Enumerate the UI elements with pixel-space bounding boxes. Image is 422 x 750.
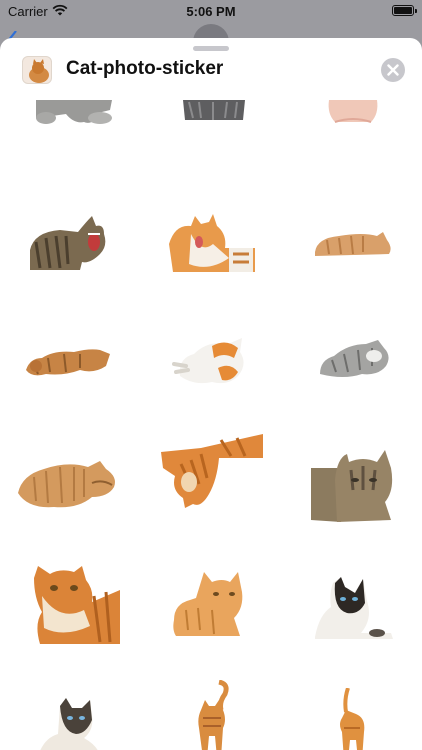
sticker-siamese-cat-peeking[interactable] — [313, 575, 393, 639]
sticker-orange-cat-lying[interactable] — [18, 457, 120, 511]
sticker-pink-cat-partial[interactable] — [325, 100, 381, 124]
sticker-orange-cat-lying-stretch[interactable] — [24, 344, 112, 378]
sticker-orange-cat-hanging[interactable] — [161, 434, 263, 508]
sticker-sheet: Cat-photo-sticker — [0, 38, 422, 750]
messages-sticker-screen: Carrier 5:06 PM Cat-photo-sticker — [0, 0, 422, 750]
sticker-orange-white-cat-grooming[interactable] — [169, 214, 255, 272]
status-bar: Carrier 5:06 PM — [0, 0, 422, 24]
battery-icon — [392, 5, 417, 16]
battery-level — [394, 7, 412, 14]
close-icon — [387, 64, 399, 76]
sticker-orange-cat-crouching[interactable] — [172, 570, 244, 640]
sticker-tabby-cat-peeking[interactable] — [311, 450, 395, 522]
sticker-tabby-cat-yawning[interactable] — [30, 212, 108, 272]
sticker-orange-cat-portrait[interactable] — [34, 566, 120, 644]
sticker-siamese-cat-sitting[interactable] — [38, 698, 102, 750]
status-time: 5:06 PM — [186, 4, 236, 19]
sheet-grabber[interactable] — [193, 46, 229, 51]
sticker-grey-cat-rolling[interactable] — [318, 340, 392, 380]
close-button[interactable] — [381, 58, 405, 82]
sticker-orange-cat-walking-tail-up[interactable] — [193, 680, 231, 750]
sticker-white-orange-cat-playing[interactable] — [172, 336, 248, 386]
cat-app-icon — [22, 56, 52, 84]
sticker-grid — [0, 100, 422, 750]
sticker-orange-cat-sleeping[interactable] — [313, 230, 393, 258]
sticker-orange-cat-walking-small[interactable] — [334, 688, 370, 750]
sticker-grey-cat-paws-partial[interactable] — [32, 100, 116, 126]
sheet-header: Cat-photo-sticker — [0, 52, 422, 92]
sticker-dark-grey-cat-partial[interactable] — [183, 100, 245, 122]
sheet-title: Cat-photo-sticker — [66, 58, 224, 79]
back-chevron-icon — [6, 28, 22, 42]
